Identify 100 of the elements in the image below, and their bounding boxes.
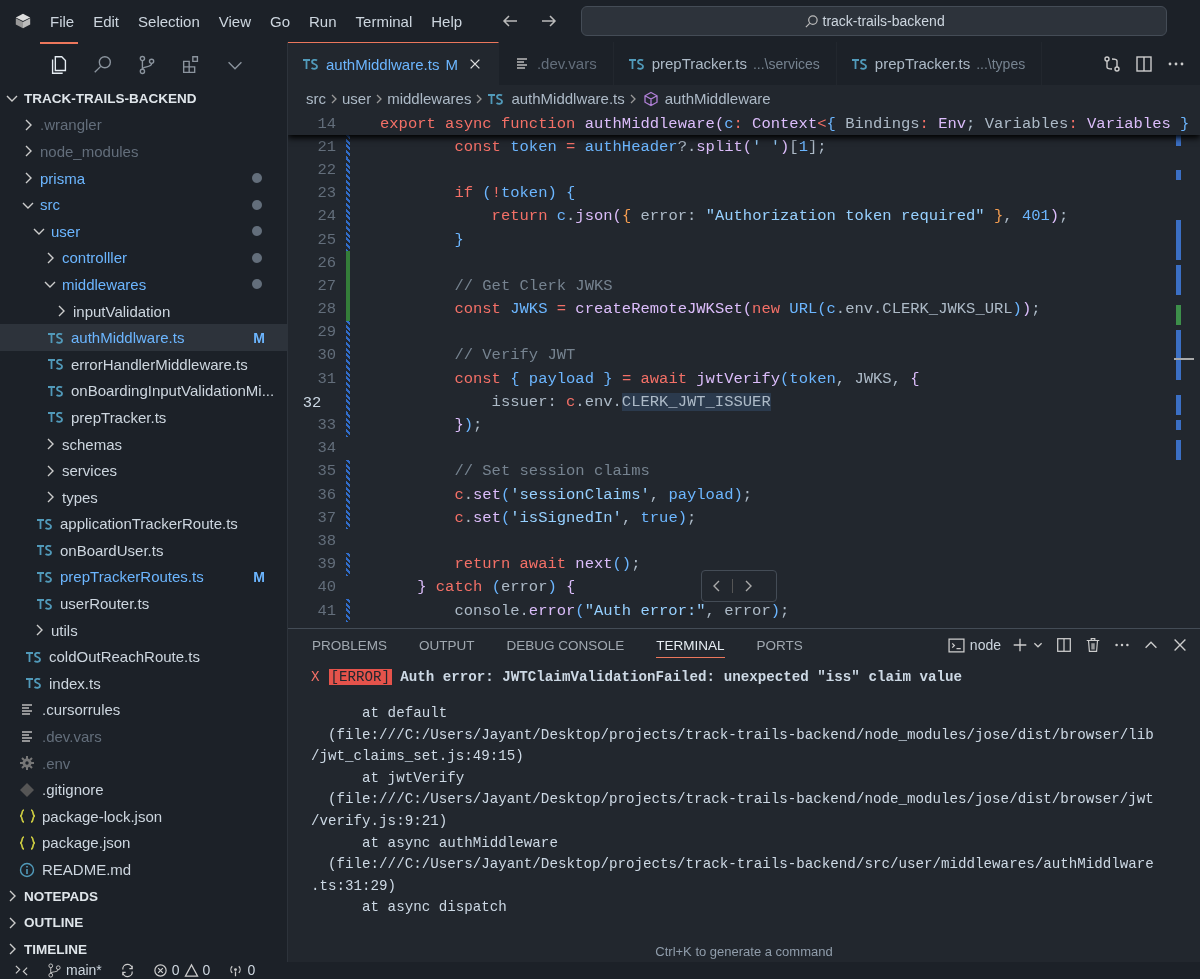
line-number: 21 bbox=[316, 137, 336, 156]
editor-tab[interactable]: prepTracker.ts ...\types bbox=[836, 42, 1043, 85]
explorer-item[interactable]: src bbox=[0, 191, 287, 218]
line-number: 41 bbox=[316, 601, 336, 620]
branch-status[interactable]: main* bbox=[47, 962, 102, 979]
panel-tab[interactable]: TERMINAL bbox=[656, 632, 725, 658]
code-line: const { payload } = await jwtVerify(token, JWKS, { bbox=[453, 369, 920, 388]
trash-icon[interactable] bbox=[1084, 636, 1102, 654]
code-line: const JWKS = createRemoteJWKSet(new URL(c.env.CLERK_JWKS_URL)); bbox=[453, 300, 1041, 319]
explorer-item[interactable]: middlewares bbox=[0, 271, 287, 298]
error-mark: X bbox=[311, 669, 320, 685]
breadcrumb[interactable]: middlewares bbox=[387, 90, 472, 107]
explorer-item[interactable]: prepTrackerRoutes.ts M bbox=[0, 563, 287, 591]
code-line: } bbox=[453, 230, 464, 249]
code-line: return c.json({ error: "Authorization token required" }, 401); bbox=[490, 207, 1069, 226]
change-dot bbox=[252, 226, 262, 237]
explorer-section-header[interactable]: TRACK-TRAILS-BACKEND bbox=[0, 85, 287, 112]
explorer-item[interactable]: package.json bbox=[0, 829, 287, 857]
terminal-line: at jwtVerify bbox=[361, 768, 466, 788]
editor-tab[interactable]: authMiddlware.ts M bbox=[288, 42, 499, 85]
explorer-item[interactable]: controlller bbox=[0, 244, 287, 272]
line-number: 30 bbox=[316, 346, 336, 365]
sync-icon[interactable] bbox=[119, 963, 135, 978]
code-line: }); bbox=[453, 416, 483, 435]
explorer-item[interactable]: services bbox=[0, 457, 287, 484]
terminal-line: .ts:31:29) bbox=[311, 876, 398, 896]
problems-status[interactable]: 0 0 bbox=[152, 962, 211, 979]
error-tag: [ERROR] bbox=[328, 669, 393, 685]
explorer-item[interactable]: inputValidation bbox=[0, 297, 287, 325]
panel-tab[interactable]: PORTS bbox=[756, 632, 803, 658]
editor-tab[interactable]: prepTracker.ts ...\services bbox=[613, 42, 837, 85]
panel-tab[interactable]: DEBUG CONSOLE bbox=[506, 632, 625, 658]
breadcrumb[interactable]: authMiddleware bbox=[640, 90, 771, 107]
line-number: 29 bbox=[316, 323, 336, 342]
explorer-item[interactable]: errorHandlerMiddleware.ts bbox=[0, 350, 287, 378]
explorer-item[interactable]: coldOutReachRoute.ts bbox=[0, 643, 287, 671]
explorer-item[interactable]: README.md bbox=[0, 856, 287, 883]
git-status-label: M bbox=[253, 569, 265, 585]
code-line: console.error("Auth error:", error); bbox=[453, 601, 790, 620]
explorer-item[interactable]: package-lock.json bbox=[0, 803, 287, 830]
explorer-item[interactable]: .gitignore bbox=[0, 776, 287, 804]
terminal-line: at async authMiddleware bbox=[361, 833, 559, 853]
sidebar-section-header[interactable]: OUTLINE bbox=[0, 909, 287, 936]
panel-tab[interactable]: OUTPUT bbox=[419, 632, 475, 658]
search-icon bbox=[803, 13, 819, 29]
line-number: 22 bbox=[316, 160, 336, 179]
explorer-item[interactable]: prepTracker.ts bbox=[0, 404, 287, 431]
explorer-item[interactable]: schemas bbox=[0, 430, 287, 458]
explorer-item[interactable]: onBoardingInputValidationMi... bbox=[0, 377, 287, 405]
menu-item[interactable]: Go bbox=[270, 10, 290, 32]
explorer-item[interactable]: index.ts bbox=[0, 670, 287, 697]
explorer-item[interactable]: types bbox=[0, 483, 287, 511]
explorer-item[interactable]: utils bbox=[0, 616, 287, 644]
breadcrumb[interactable]: src bbox=[306, 90, 326, 107]
menu-item[interactable]: File bbox=[50, 10, 75, 32]
panel-tab[interactable]: PROBLEMS bbox=[312, 632, 388, 658]
split-editor-icon[interactable] bbox=[1134, 53, 1154, 74]
menu-item[interactable]: Terminal bbox=[355, 10, 413, 32]
change-dot bbox=[252, 252, 262, 263]
breadcrumb[interactable]: user bbox=[342, 90, 372, 107]
code-line: // Get Clerk JWKS bbox=[453, 276, 613, 295]
terminal-line: /jwt_claims_set.js:49:15) bbox=[311, 747, 525, 767]
terminal-selector[interactable]: node bbox=[947, 636, 1001, 654]
explorer-item[interactable]: onBoardUser.ts bbox=[0, 537, 287, 564]
app-logo-icon bbox=[14, 12, 32, 30]
menu-item[interactable]: Edit bbox=[93, 10, 120, 32]
line-number: 40 bbox=[316, 578, 336, 597]
breadcrumb[interactable]: authMiddlware.ts bbox=[487, 90, 625, 107]
broadcast-icon bbox=[228, 963, 244, 978]
line-number: 26 bbox=[316, 253, 336, 272]
explorer-item[interactable]: applicationTrackerRoute.ts bbox=[0, 510, 287, 538]
line-number: 34 bbox=[316, 439, 336, 458]
terminal-icon bbox=[947, 636, 965, 654]
plus-icon[interactable] bbox=[1011, 636, 1029, 654]
code-line: const token = authHeader?.split(' ')[1]; bbox=[453, 137, 827, 156]
code-line: if (!token) { bbox=[453, 184, 576, 203]
compare-changes-icon[interactable] bbox=[1102, 53, 1122, 74]
ports-status[interactable]: 0 bbox=[228, 962, 256, 979]
explorer-item[interactable]: authMiddlware.ts M bbox=[0, 324, 287, 351]
split-terminal-icon[interactable] bbox=[1055, 636, 1073, 654]
explorer-item[interactable]: .cursorrules bbox=[0, 696, 287, 724]
line-number: 31 bbox=[316, 369, 336, 388]
menu-item[interactable]: Help bbox=[431, 10, 463, 32]
remote-icon[interactable] bbox=[14, 963, 29, 978]
explorer-item[interactable]: user bbox=[0, 217, 287, 245]
line-number: 39 bbox=[316, 555, 336, 574]
line-number: 37 bbox=[316, 508, 336, 527]
explorer-item[interactable]: userRouter.ts bbox=[0, 590, 287, 617]
menu-item[interactable]: View bbox=[218, 10, 251, 32]
sidebar-section-header[interactable]: TIMELINE bbox=[0, 936, 287, 963]
terminal-line: /verify.js:9:21) bbox=[311, 811, 449, 831]
change-dot bbox=[252, 279, 262, 290]
terminal-hint: Ctrl+K to generate a command bbox=[654, 944, 834, 959]
command-center-search[interactable]: track-trails-backend bbox=[581, 6, 1168, 36]
search-icon bbox=[92, 53, 114, 76]
change-dot bbox=[252, 199, 262, 210]
menu-item[interactable]: Selection bbox=[138, 10, 200, 32]
sidebar-section-header[interactable]: NOTEPADS bbox=[0, 882, 287, 910]
explorer-item[interactable]: prisma bbox=[0, 164, 287, 192]
menu-item[interactable]: Run bbox=[309, 10, 337, 32]
